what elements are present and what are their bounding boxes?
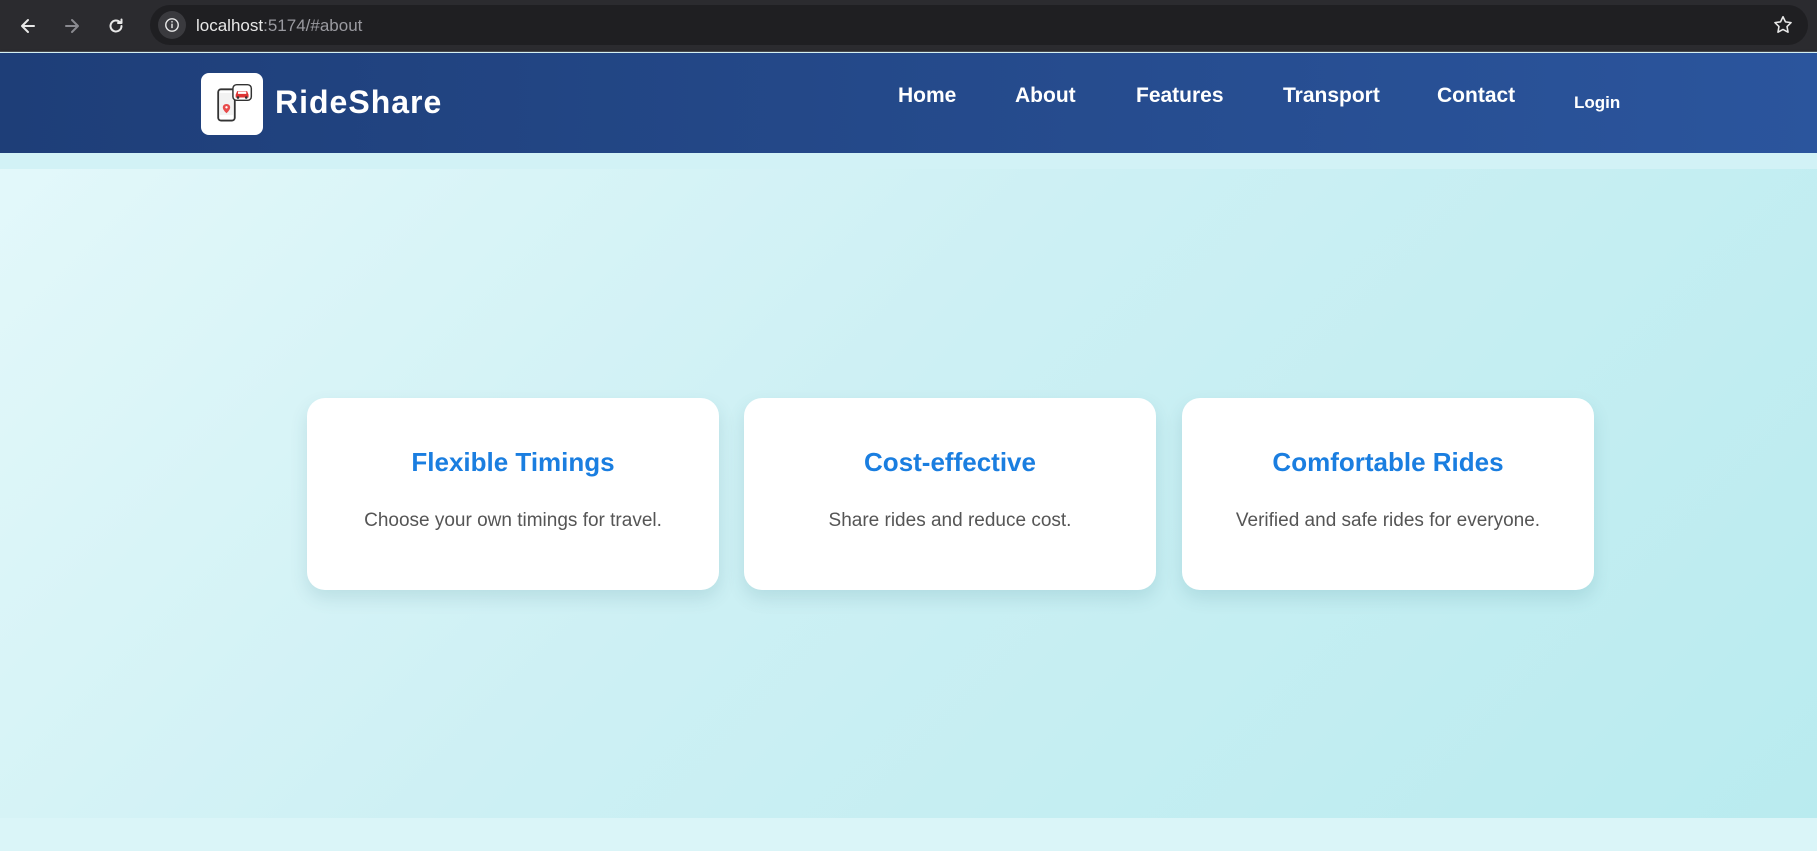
reload-icon	[109, 18, 123, 33]
phone-car-logo-icon	[217, 83, 253, 122]
back-arrow-icon	[21, 19, 35, 33]
logo[interactable]	[201, 73, 263, 135]
browser-toolbar: localhost:5174/#about	[0, 0, 1817, 52]
card-description: Verified and safe rides for everyone.	[1235, 510, 1541, 531]
nav-features[interactable]: Features	[1136, 84, 1224, 108]
url-host: localhost	[196, 16, 264, 35]
login-button[interactable]: Login	[1574, 93, 1620, 113]
url-text[interactable]: localhost:5174/#about	[196, 16, 362, 36]
card-description: Choose your own timings for travel.	[364, 510, 662, 531]
brand-name[interactable]: RideShare	[275, 84, 442, 121]
card-title: Flexible Timings	[411, 447, 615, 477]
nav-transport[interactable]: Transport	[1283, 84, 1380, 108]
card-title: Comfortable Rides	[1272, 447, 1504, 477]
reload-button[interactable]	[98, 8, 134, 44]
site-info-icon[interactable]	[158, 11, 186, 39]
feature-card-flexible-timings: Flexible Timings Choose your own timings…	[307, 398, 719, 590]
back-button[interactable]	[10, 8, 46, 44]
nav-home[interactable]: Home	[898, 84, 956, 108]
feature-card-cost-effective: Cost-effective Share rides and reduce co…	[744, 398, 1156, 590]
section-bottom-strip	[0, 818, 1817, 851]
nav-about[interactable]: About	[1015, 84, 1076, 108]
url-path: :5174/#about	[263, 16, 363, 35]
about-section: Flexible Timings Choose your own timings…	[0, 153, 1817, 818]
bookmark-star-icon[interactable]	[1772, 14, 1794, 36]
nav-contact[interactable]: Contact	[1437, 84, 1515, 108]
address-bar[interactable]: localhost:5174/#about	[150, 5, 1808, 45]
card-title: Cost-effective	[864, 447, 1036, 477]
section-top-strip	[0, 153, 1817, 169]
forward-button[interactable]	[54, 8, 90, 44]
feature-card-comfortable-rides: Comfortable Rides Verified and safe ride…	[1182, 398, 1594, 590]
card-description: Share rides and reduce cost.	[828, 510, 1072, 531]
forward-arrow-icon	[65, 19, 79, 33]
site-header: RideShare Home About Features Transport …	[0, 53, 1817, 153]
